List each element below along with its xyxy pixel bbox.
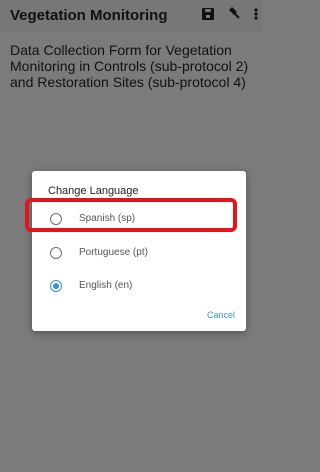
option-label: Spanish (sp): [79, 213, 136, 224]
radio-button-checked[interactable]: [50, 280, 62, 292]
language-option-english[interactable]: English (en): [32, 272, 246, 300]
app-bar: Vegetation Monitoring: [0, 0, 262, 32]
option-label: Portuguese (pt): [79, 247, 148, 258]
radio-button[interactable]: [50, 213, 62, 225]
option-label: English (en): [79, 280, 133, 291]
language-option-portuguese[interactable]: Portuguese (pt): [32, 239, 246, 267]
pin-icon[interactable]: [227, 6, 241, 22]
form-title: Data Collection Form for Vegetation Moni…: [10, 42, 249, 90]
language-option-spanish[interactable]: Spanish (sp): [32, 205, 246, 233]
change-language-dialog: Change Language Spanish (sp) Portuguese …: [32, 171, 246, 331]
save-icon[interactable]: [201, 6, 215, 22]
radio-button[interactable]: [50, 247, 62, 259]
dialog-title: Change Language: [48, 185, 139, 197]
app-title: Vegetation Monitoring: [10, 7, 168, 24]
more-vert-icon[interactable]: [253, 6, 259, 22]
cancel-button[interactable]: Cancel: [207, 310, 235, 320]
